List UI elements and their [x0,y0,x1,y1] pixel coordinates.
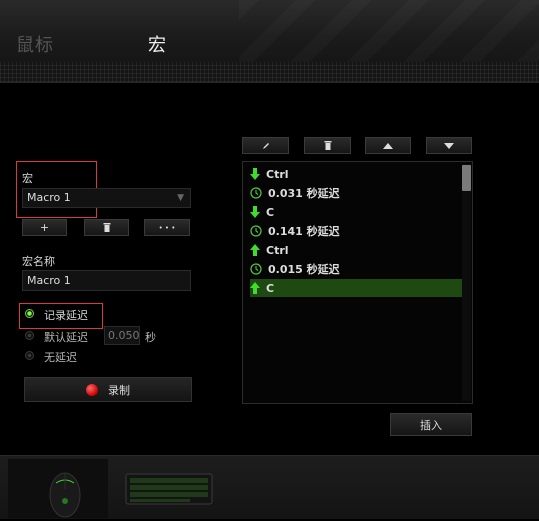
edit-event-button[interactable] [242,137,289,154]
list-item[interactable]: C [250,203,462,221]
arrow-up-icon [250,282,260,294]
insert-button-label: 插入 [420,418,442,432]
plus-icon: + [39,221,50,234]
list-item[interactable]: Ctrl [250,241,462,259]
macro-name-label: 宏名称 [22,255,55,268]
more-options-button[interactable]: • • • [144,219,190,236]
clock-icon [250,263,262,275]
move-down-button[interactable] [426,137,472,154]
default-delay-input[interactable]: 0.050 [104,326,140,345]
record-button-label: 录制 [108,383,130,397]
arrow-down-icon [250,168,260,180]
delete-event-button[interactable] [304,137,351,154]
clock-icon [250,187,262,199]
ellipsis-icon: • • • [158,223,176,232]
arrow-down-icon [250,206,260,218]
list-item-selected[interactable]: C [250,279,462,297]
header-grid-band [0,62,539,83]
triangle-down-icon [444,142,454,149]
trash-icon [324,141,331,150]
arrow-up-icon [250,244,260,256]
tab-mouse[interactable]: 鼠标 [16,31,54,57]
no-delay-label: 无延迟 [44,351,77,364]
list-item[interactable]: 0.031 秒延迟 [250,184,462,202]
macro-select[interactable]: Macro 1 ▼ [22,188,191,208]
list-item[interactable]: Ctrl [250,165,462,183]
delete-macro-button[interactable] [84,219,129,236]
chevron-down-icon: ▼ [177,193,184,203]
list-item[interactable]: 0.015 秒延迟 [250,260,462,278]
list-scrollbar[interactable] [462,164,471,401]
insert-button[interactable]: 插入 [390,413,472,436]
header-pattern [239,0,539,62]
device-slot-keyboard[interactable] [120,468,218,510]
trash-icon [103,223,110,232]
pencil-icon [262,142,269,149]
add-macro-button[interactable]: + [22,219,67,236]
record-dot-icon [86,383,98,396]
radio-default-delay[interactable] [25,331,34,340]
mouse-device-icon [49,472,81,518]
seconds-unit-label: 秒 [145,331,156,344]
radio-record-delay[interactable] [25,309,34,318]
list-item[interactable]: 0.141 秒延迟 [250,222,462,240]
default-delay-label: 默认延迟 [44,331,88,344]
list-scrollbar-thumb[interactable] [462,165,471,191]
app-header: 鼠标 宏 [0,0,539,62]
device-slot-mouse[interactable] [8,459,108,518]
radio-no-delay[interactable] [25,351,34,360]
triangle-up-icon [383,142,393,149]
keyboard-device-icon [125,473,213,505]
clock-icon [250,225,262,237]
tab-macro[interactable]: 宏 [148,31,166,57]
record-button[interactable]: 录制 [24,377,192,402]
macro-name-input[interactable]: Macro 1 [22,270,191,291]
record-delay-label: 记录延迟 [44,309,88,322]
macro-select-label: 宏 [22,172,33,185]
macro-event-list[interactable]: Ctrl 0.031 秒延迟 C 0.141 秒延迟 Ctrl 0.015 秒延… [242,161,473,404]
move-up-button[interactable] [365,137,411,154]
macro-select-value: Macro 1 [27,191,71,204]
